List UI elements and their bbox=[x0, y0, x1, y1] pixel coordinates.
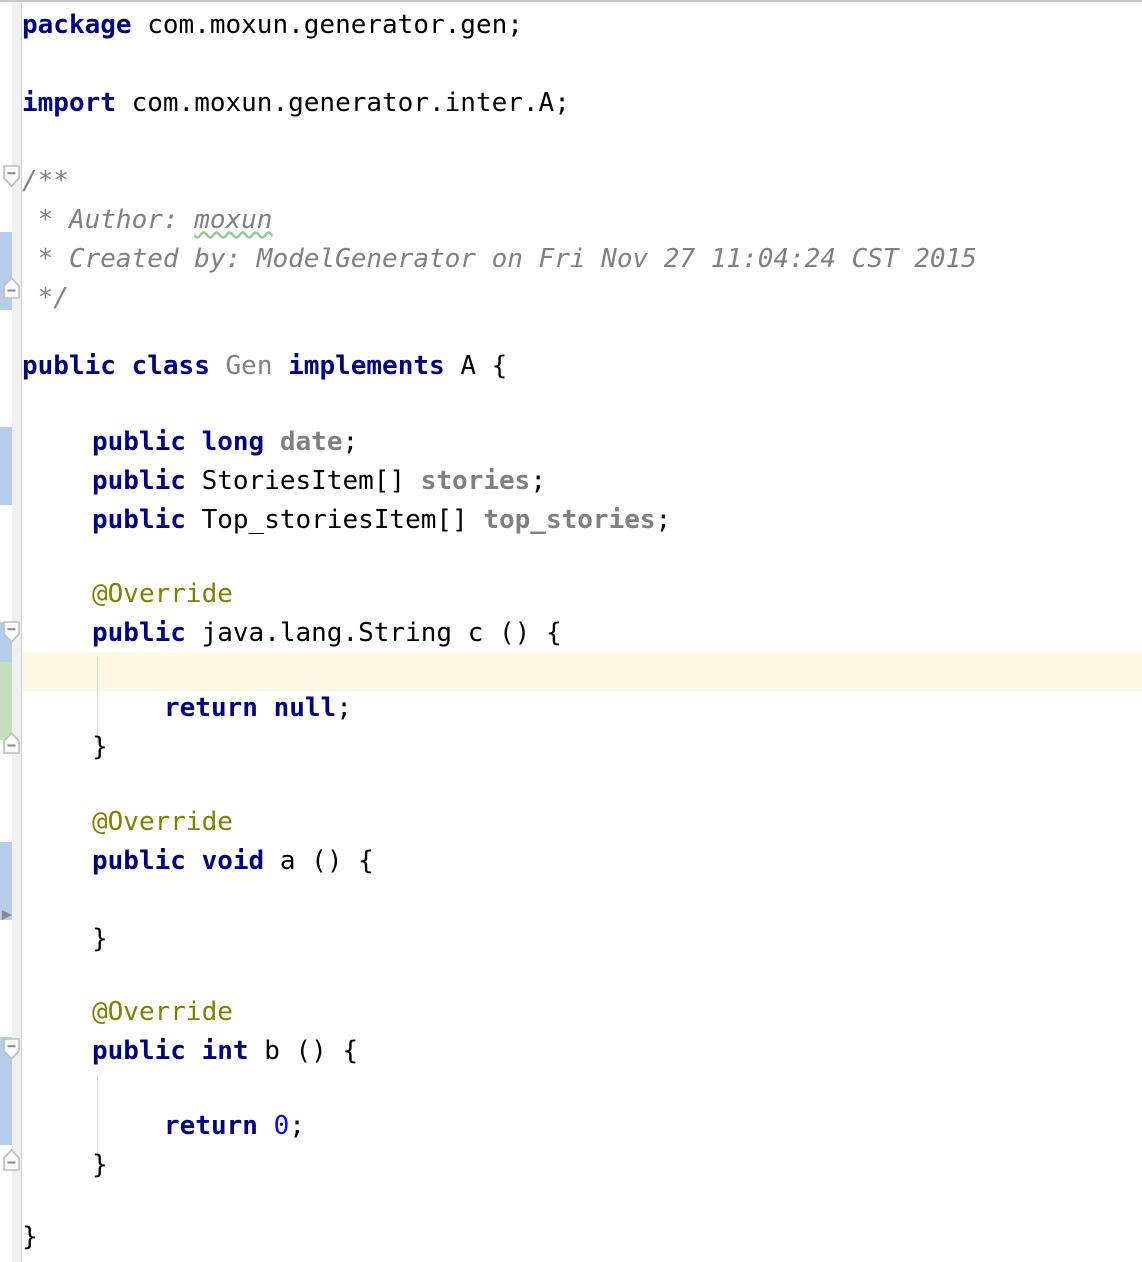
interface-name: A bbox=[460, 351, 476, 381]
code-line[interactable]: public java.lang.String c () { bbox=[92, 614, 562, 653]
type-string: java.lang.String bbox=[201, 618, 453, 648]
code-line[interactable]: package com.moxun.generator.gen; bbox=[22, 6, 523, 45]
code-line[interactable]: } bbox=[92, 728, 108, 767]
import-name: com.moxun.generator.inter.A; bbox=[115, 88, 570, 118]
field-top-stories: top_stories bbox=[483, 505, 656, 535]
code-line[interactable]: } bbox=[22, 1218, 38, 1257]
method-name-b: b () bbox=[264, 1036, 327, 1066]
brace-open: { bbox=[358, 846, 374, 876]
code-line[interactable]: public StoriesItem[] stories; bbox=[92, 462, 546, 501]
brace-open: { bbox=[342, 1036, 359, 1066]
semicolon: ; bbox=[289, 1111, 305, 1141]
keyword-void: void bbox=[201, 846, 265, 876]
brace-open: { bbox=[491, 351, 508, 381]
package-name: com.moxun.generator.gen; bbox=[131, 10, 523, 40]
code-line[interactable]: */ bbox=[22, 279, 69, 318]
annotation-override: @Override bbox=[92, 807, 233, 837]
annotation-override: @Override bbox=[92, 997, 233, 1027]
keyword-return: return bbox=[164, 693, 258, 723]
field-date: date bbox=[279, 427, 343, 457]
type-stories-item: StoriesItem[] bbox=[201, 466, 406, 496]
keyword-public: public bbox=[92, 505, 186, 535]
method-name-c: c () bbox=[467, 618, 531, 648]
semicolon: ; bbox=[655, 505, 672, 535]
semicolon: ; bbox=[342, 427, 359, 457]
brace-open: { bbox=[545, 618, 562, 648]
code-line[interactable]: public long date; bbox=[92, 423, 358, 462]
keyword-class: class bbox=[131, 351, 210, 381]
keyword-public: public bbox=[92, 427, 186, 457]
javadoc-close: */ bbox=[22, 283, 69, 313]
code-editor[interactable]: package com.moxun.generator.gen; import … bbox=[0, 0, 1142, 1262]
brace-close: } bbox=[92, 732, 108, 762]
type-top-stories-item: Top_storiesItem[] bbox=[201, 505, 468, 535]
code-line[interactable]: @Override bbox=[92, 993, 233, 1032]
method-name-a: a () bbox=[279, 846, 343, 876]
class-name: Gen bbox=[225, 351, 273, 381]
keyword-null: null bbox=[273, 693, 337, 723]
semicolon: ; bbox=[336, 693, 352, 723]
keyword-import: import bbox=[22, 88, 116, 118]
code-line[interactable]: public void a () { bbox=[92, 842, 374, 881]
keyword-long: long bbox=[201, 427, 265, 457]
code-line[interactable]: * Created by: ModelGenerator on Fri Nov … bbox=[22, 240, 977, 279]
code-line[interactable]: return null; bbox=[164, 689, 352, 728]
code-line[interactable]: @Override bbox=[92, 803, 233, 842]
javadoc-author-name: moxun bbox=[194, 205, 273, 235]
code-line[interactable]: * Author: moxun bbox=[22, 201, 273, 240]
javadoc-author-label: * Author: bbox=[22, 205, 195, 235]
code-line[interactable]: } bbox=[92, 1146, 108, 1185]
keyword-return: return bbox=[164, 1111, 258, 1141]
code-line[interactable]: public Top_storiesItem[] top_stories; bbox=[92, 501, 671, 540]
brace-close: } bbox=[92, 924, 108, 954]
keyword-int: int bbox=[201, 1036, 249, 1066]
number-literal-zero: 0 bbox=[273, 1111, 290, 1141]
keyword-public: public bbox=[92, 618, 186, 648]
code-line[interactable]: /** bbox=[22, 162, 69, 201]
code-line[interactable]: public int b () { bbox=[92, 1032, 358, 1071]
annotation-override: @Override bbox=[92, 579, 233, 609]
javadoc-open: /** bbox=[22, 166, 69, 196]
brace-close-class: } bbox=[22, 1222, 38, 1252]
code-line[interactable]: public class Gen implements A { bbox=[22, 347, 507, 386]
semicolon: ; bbox=[530, 466, 546, 496]
code-line[interactable]: @Override bbox=[92, 575, 233, 614]
keyword-public: public bbox=[92, 846, 186, 876]
javadoc-created-by: * Created by: ModelGenerator on Fri Nov … bbox=[22, 244, 977, 274]
keyword-public: public bbox=[22, 351, 116, 381]
keyword-package: package bbox=[22, 10, 132, 40]
keyword-implements: implements bbox=[288, 351, 445, 381]
code-content[interactable]: package com.moxun.generator.gen; import … bbox=[0, 2, 1142, 1262]
field-stories: stories bbox=[420, 466, 531, 496]
code-line[interactable]: import com.moxun.generator.inter.A; bbox=[22, 84, 570, 123]
code-line[interactable]: } bbox=[92, 920, 108, 959]
brace-close: } bbox=[92, 1150, 108, 1180]
code-line[interactable]: return 0; bbox=[164, 1107, 305, 1146]
keyword-public: public bbox=[92, 1036, 186, 1066]
keyword-public: public bbox=[92, 466, 186, 496]
